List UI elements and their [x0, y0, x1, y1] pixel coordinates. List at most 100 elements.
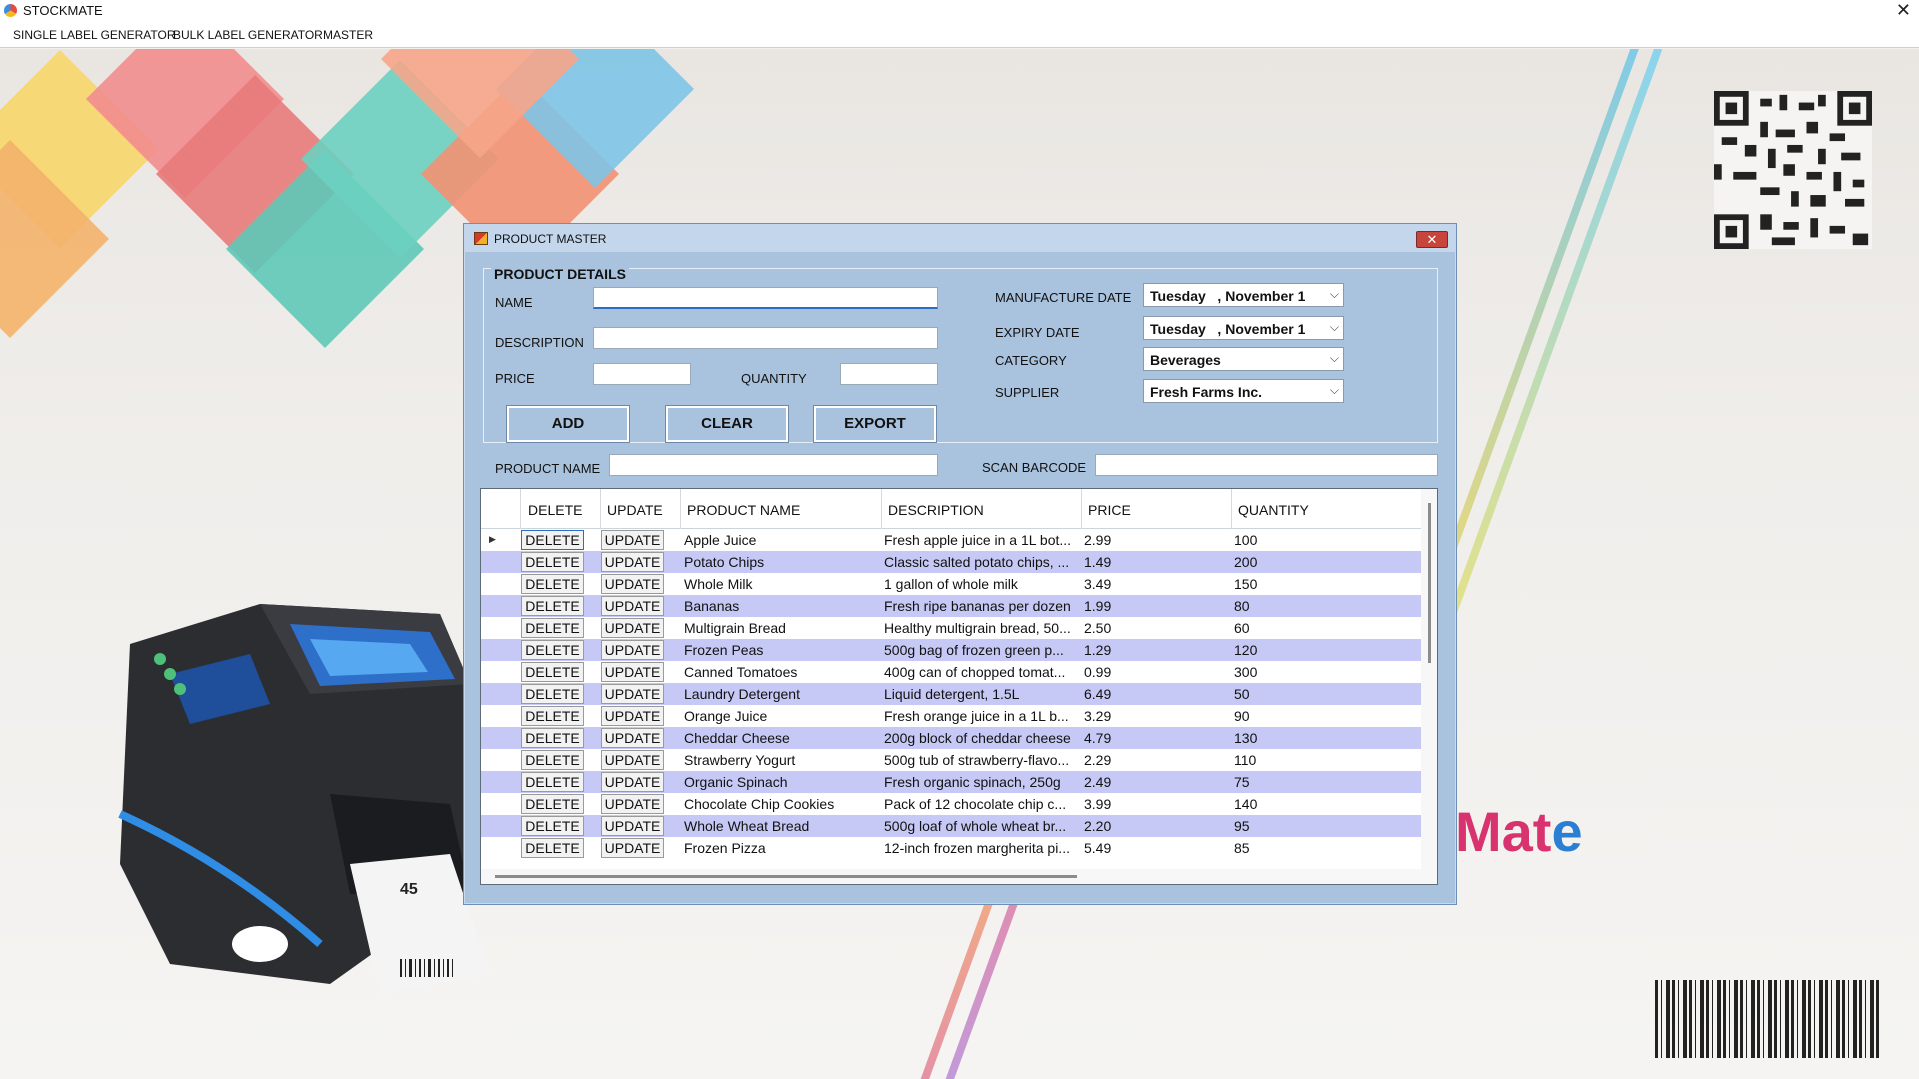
chevron-down-icon: ⌵ — [1329, 320, 1339, 334]
row-update-button[interactable]: UPDATE — [601, 794, 664, 814]
expiry-date-picker[interactable]: Tuesday , November 1 ⌵ — [1143, 316, 1344, 340]
row-update-button[interactable]: UPDATE — [601, 574, 664, 594]
supplier-select[interactable]: Fresh Farms Inc. ⌵ — [1143, 379, 1344, 403]
cell-product-name: Whole Milk — [684, 576, 753, 592]
table-row[interactable]: DELETE UPDATE Whole Milk 1 gallon of whole … — [481, 573, 1421, 595]
product-name-search-input[interactable] — [609, 454, 938, 476]
row-delete-button[interactable]: DELETE — [521, 816, 584, 836]
cell-product-name: Whole Wheat Bread — [684, 818, 810, 834]
cell-description: Fresh orange juice in a 1L b... — [884, 708, 1069, 724]
name-label: NAME — [495, 295, 533, 310]
row-update-button[interactable]: UPDATE — [601, 530, 664, 550]
row-delete-button[interactable]: DELETE — [521, 662, 584, 682]
printer-label-number: 45 — [400, 881, 418, 898]
table-row[interactable]: ▶ DELETE UPDATE Apple Juice Fresh apple juic… — [481, 529, 1421, 551]
column-header-description[interactable]: DESCRIPTION — [888, 502, 984, 518]
column-header-quantity[interactable]: QUANTITY — [1238, 502, 1309, 518]
supplier-value: Fresh Farms Inc. — [1150, 384, 1263, 400]
scan-barcode-input[interactable] — [1095, 454, 1438, 476]
row-update-button[interactable]: UPDATE — [601, 706, 664, 726]
menu-master[interactable]: MASTER — [323, 28, 373, 42]
column-header-update[interactable]: UPDATE — [607, 502, 663, 518]
add-button[interactable]: ADD — [506, 405, 630, 443]
table-row[interactable]: DELETE UPDATE Organic Spinach Fresh organic… — [481, 771, 1421, 793]
table-row[interactable]: DELETE UPDATE Chocolate Chip Cookies Pack o… — [481, 793, 1421, 815]
row-delete-button[interactable]: DELETE — [521, 750, 584, 770]
quantity-input[interactable] — [840, 363, 938, 385]
row-update-button[interactable]: UPDATE — [601, 596, 664, 616]
cell-price: 1.49 — [1084, 554, 1112, 570]
column-header-delete[interactable]: DELETE — [528, 502, 582, 518]
export-button[interactable]: EXPORT — [813, 405, 937, 443]
row-update-button[interactable]: UPDATE — [601, 618, 664, 638]
row-update-button[interactable]: UPDATE — [601, 838, 664, 858]
table-row[interactable]: DELETE UPDATE Orange Juice Fresh orange jui… — [481, 705, 1421, 727]
row-delete-button[interactable]: DELETE — [521, 728, 584, 748]
description-input[interactable] — [593, 327, 938, 349]
cell-description: 200g block of cheddar cheese — [884, 730, 1071, 746]
table-row[interactable]: DELETE UPDATE Frozen Pizza 12-inch frozen m… — [481, 837, 1421, 859]
name-input[interactable] — [593, 287, 938, 309]
row-update-button[interactable]: UPDATE — [601, 728, 664, 748]
manufacture-date-picker[interactable]: Tuesday , November 1 ⌵ — [1143, 283, 1344, 307]
table-row[interactable]: DELETE UPDATE Multigrain Bread Healthy mult… — [481, 617, 1421, 639]
clear-button[interactable]: CLEAR — [665, 405, 789, 443]
table-row[interactable]: DELETE UPDATE Cheddar Cheese 200g block of … — [481, 727, 1421, 749]
table-row[interactable]: DELETE UPDATE Laundry Detergent Liquid dete… — [481, 683, 1421, 705]
row-delete-button[interactable]: DELETE — [521, 552, 584, 572]
table-row[interactable]: DELETE UPDATE Potato Chips Classic salted p… — [481, 551, 1421, 573]
horizontal-scrollbar[interactable] — [481, 869, 1421, 884]
row-update-button[interactable]: UPDATE — [601, 816, 664, 836]
row-delete-button[interactable]: DELETE — [521, 596, 584, 616]
cell-description: 500g bag of frozen green p... — [884, 642, 1064, 658]
column-header-price[interactable]: PRICE — [1088, 502, 1131, 518]
expiry-date-value: Tuesday , November 1 — [1150, 321, 1306, 337]
scrollbar-thumb[interactable] — [1428, 503, 1431, 663]
column-divider — [680, 489, 681, 529]
supplier-label: SUPPLIER — [995, 385, 1060, 400]
dialog-title: PRODUCT MASTER — [494, 232, 607, 246]
window-close-button[interactable]: ✕ — [1896, 0, 1911, 21]
menu-single-label-generator[interactable]: SINGLE LABEL GENERATOR — [13, 28, 176, 42]
table-row[interactable]: DELETE UPDATE Frozen Peas 500g bag of froze… — [481, 639, 1421, 661]
row-delete-button[interactable]: DELETE — [521, 772, 584, 792]
row-update-button[interactable]: UPDATE — [601, 662, 664, 682]
row-delete-button[interactable]: DELETE — [521, 838, 584, 858]
row-delete-button[interactable]: DELETE — [521, 794, 584, 814]
cell-price: 1.99 — [1084, 598, 1112, 614]
row-delete-button[interactable]: DELETE — [521, 684, 584, 704]
product-master-dialog: PRODUCT MASTER ✕ PRODUCT DETAILS NAME DE… — [463, 223, 1457, 905]
table-row[interactable]: DELETE UPDATE Bananas Fresh ripe bananas pe… — [481, 595, 1421, 617]
column-header-product-name[interactable]: PRODUCT NAME — [687, 502, 800, 518]
row-delete-button[interactable]: DELETE — [521, 530, 584, 550]
row-update-button[interactable]: UPDATE — [601, 640, 664, 660]
row-update-button[interactable]: UPDATE — [601, 772, 664, 792]
table-row[interactable]: DELETE UPDATE Canned Tomatoes 400g can of c… — [481, 661, 1421, 683]
row-delete-button[interactable]: DELETE — [521, 640, 584, 660]
row-delete-button[interactable]: DELETE — [521, 574, 584, 594]
cell-product-name: Bananas — [684, 598, 740, 614]
row-delete-button[interactable]: DELETE — [521, 706, 584, 726]
category-select[interactable]: Beverages ⌵ — [1143, 347, 1344, 371]
cell-quantity: 200 — [1234, 554, 1258, 570]
scrollbar-thumb[interactable] — [495, 875, 1077, 878]
cell-description: Healthy multigrain bread, 50... — [884, 620, 1071, 636]
manufacture-date-value: Tuesday , November 1 — [1150, 288, 1306, 304]
price-input[interactable] — [593, 363, 691, 385]
dialog-close-button[interactable]: ✕ — [1416, 231, 1448, 248]
column-divider — [520, 489, 521, 529]
description-label: DESCRIPTION — [495, 335, 584, 350]
vertical-scrollbar[interactable] — [1421, 489, 1437, 884]
row-delete-button[interactable]: DELETE — [521, 618, 584, 638]
menu-bulk-label-generator[interactable]: BULK LABEL GENERATOR — [173, 28, 323, 42]
row-update-button[interactable]: UPDATE — [601, 552, 664, 572]
row-update-button[interactable]: UPDATE — [601, 684, 664, 704]
table-row[interactable]: DELETE UPDATE Whole Wheat Bread 500g loaf o… — [481, 815, 1421, 837]
cell-quantity: 50 — [1234, 686, 1250, 702]
row-update-button[interactable]: UPDATE — [601, 750, 664, 770]
cell-price: 3.99 — [1084, 796, 1112, 812]
cell-price: 6.49 — [1084, 686, 1112, 702]
cell-quantity: 80 — [1234, 598, 1250, 614]
table-row[interactable]: DELETE UPDATE Strawberry Yogurt 500g tub of… — [481, 749, 1421, 771]
cell-price: 1.29 — [1084, 642, 1112, 658]
